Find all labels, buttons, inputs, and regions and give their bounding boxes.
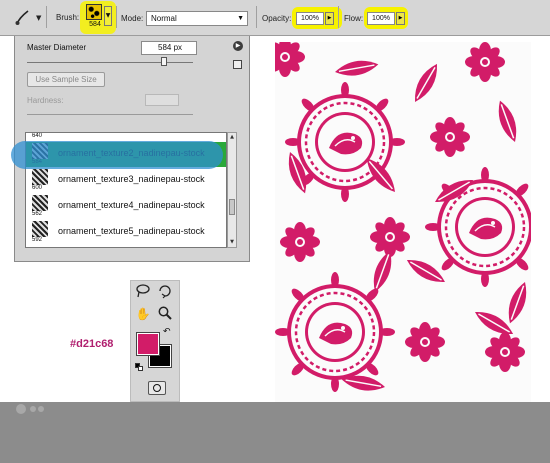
preset-name: ornament_texture3_nadinepau-stock xyxy=(58,174,205,184)
diameter-slider-handle[interactable] xyxy=(161,57,167,66)
mode-select[interactable]: Normal ▼ xyxy=(146,11,248,26)
hand-tool-icon[interactable]: ✋ xyxy=(133,305,153,323)
use-sample-size-button[interactable]: Use Sample Size xyxy=(27,72,105,87)
hardness-input[interactable] xyxy=(145,94,179,106)
lasso-tool-icon[interactable] xyxy=(133,283,153,301)
brush-preset-picker-panel: Master Diameter 584 px ▶ Use Sample Size… xyxy=(11,36,250,262)
preset-size-label: 640 xyxy=(32,133,43,139)
opacity-slider-arrow-icon[interactable]: ▶ xyxy=(325,12,334,25)
mode-value: Normal xyxy=(151,14,177,23)
opacity-input[interactable]: 100% xyxy=(296,12,324,25)
hardness-slider-track[interactable] xyxy=(27,114,193,115)
brush-label: Brush: xyxy=(56,13,80,22)
mode-chevron-down-icon: ▼ xyxy=(237,15,244,22)
selection-highlight xyxy=(11,141,223,169)
zoom-tool-icon[interactable] xyxy=(155,305,175,323)
master-diameter-label: Master Diameter xyxy=(27,43,87,52)
brush-thumbnail-icon xyxy=(32,169,48,185)
separator xyxy=(116,6,117,28)
color-hex-annotation: #d21c68 xyxy=(70,338,114,350)
opacity-label: Opacity: xyxy=(262,14,292,23)
preset-size-label: 592 xyxy=(32,237,43,243)
master-diameter-input[interactable]: 584 px xyxy=(141,41,197,55)
quick-mask-mode-icon[interactable] xyxy=(148,381,166,395)
preset-size-label: 600 xyxy=(32,185,43,191)
flow-slider-arrow-icon[interactable]: ▶ xyxy=(396,12,405,25)
new-preset-icon[interactable] xyxy=(233,60,242,69)
panel-menu-arrow-icon[interactable]: ▶ xyxy=(233,41,243,51)
default-colors-icon[interactable] xyxy=(135,363,143,371)
brush-preset-item[interactable]: 562 ornament_texture4_nadinepau-stock xyxy=(26,194,226,219)
tool-options-bar: ▼ Brush: 584 ▼ Mode: Normal ▼ Opacity: 1… xyxy=(0,0,550,36)
brush-size-readout: 584 xyxy=(89,21,101,28)
brush-preset-item[interactable]: 592 ornament_texture5_nadinepau-stock xyxy=(26,220,226,245)
ornament-pattern-image xyxy=(275,42,531,402)
brush-thumbnail-icon xyxy=(32,195,48,211)
tool-preset-chevron-down-icon[interactable]: ▼ xyxy=(36,14,41,22)
separator xyxy=(256,6,257,28)
brush-preview-icon[interactable] xyxy=(86,4,102,20)
hardness-label: Hardness: xyxy=(27,96,64,105)
rotate-view-tool-icon[interactable] xyxy=(155,283,175,301)
scroll-up-arrow-icon[interactable]: ▲ xyxy=(228,133,236,142)
separator xyxy=(46,6,47,28)
pattern-canvas xyxy=(275,42,531,402)
brush-tool-icon[interactable] xyxy=(14,8,32,26)
mode-label: Mode: xyxy=(121,14,144,23)
brush-preset-item[interactable]: 600 ornament_texture3_nadinepau-stock xyxy=(26,168,226,193)
preset-size-label: 562 xyxy=(32,211,43,217)
scrollbar-thumb[interactable] xyxy=(229,199,235,215)
preset-name: ornament_texture5_nadinepau-stock xyxy=(58,226,205,236)
brush-picker-chevron-down-icon[interactable]: ▼ xyxy=(104,6,112,26)
flow-label: Flow: xyxy=(344,14,364,23)
separator xyxy=(338,6,339,28)
tools-panel: ✋ ↶ xyxy=(130,280,180,402)
preset-name: ornament_texture4_nadinepau-stock xyxy=(58,200,205,210)
brush-thumbnail-icon xyxy=(32,221,48,237)
foreground-color-swatch[interactable] xyxy=(136,332,160,356)
scroll-down-arrow-icon[interactable]: ▼ xyxy=(228,238,236,247)
bottom-gray-area xyxy=(0,402,550,463)
swap-colors-icon[interactable]: ↶ xyxy=(163,327,171,337)
preset-list-scrollbar[interactable]: ▲ ▼ xyxy=(227,132,237,248)
flow-input[interactable]: 100% xyxy=(367,12,395,25)
diameter-slider-track[interactable] xyxy=(27,62,193,63)
